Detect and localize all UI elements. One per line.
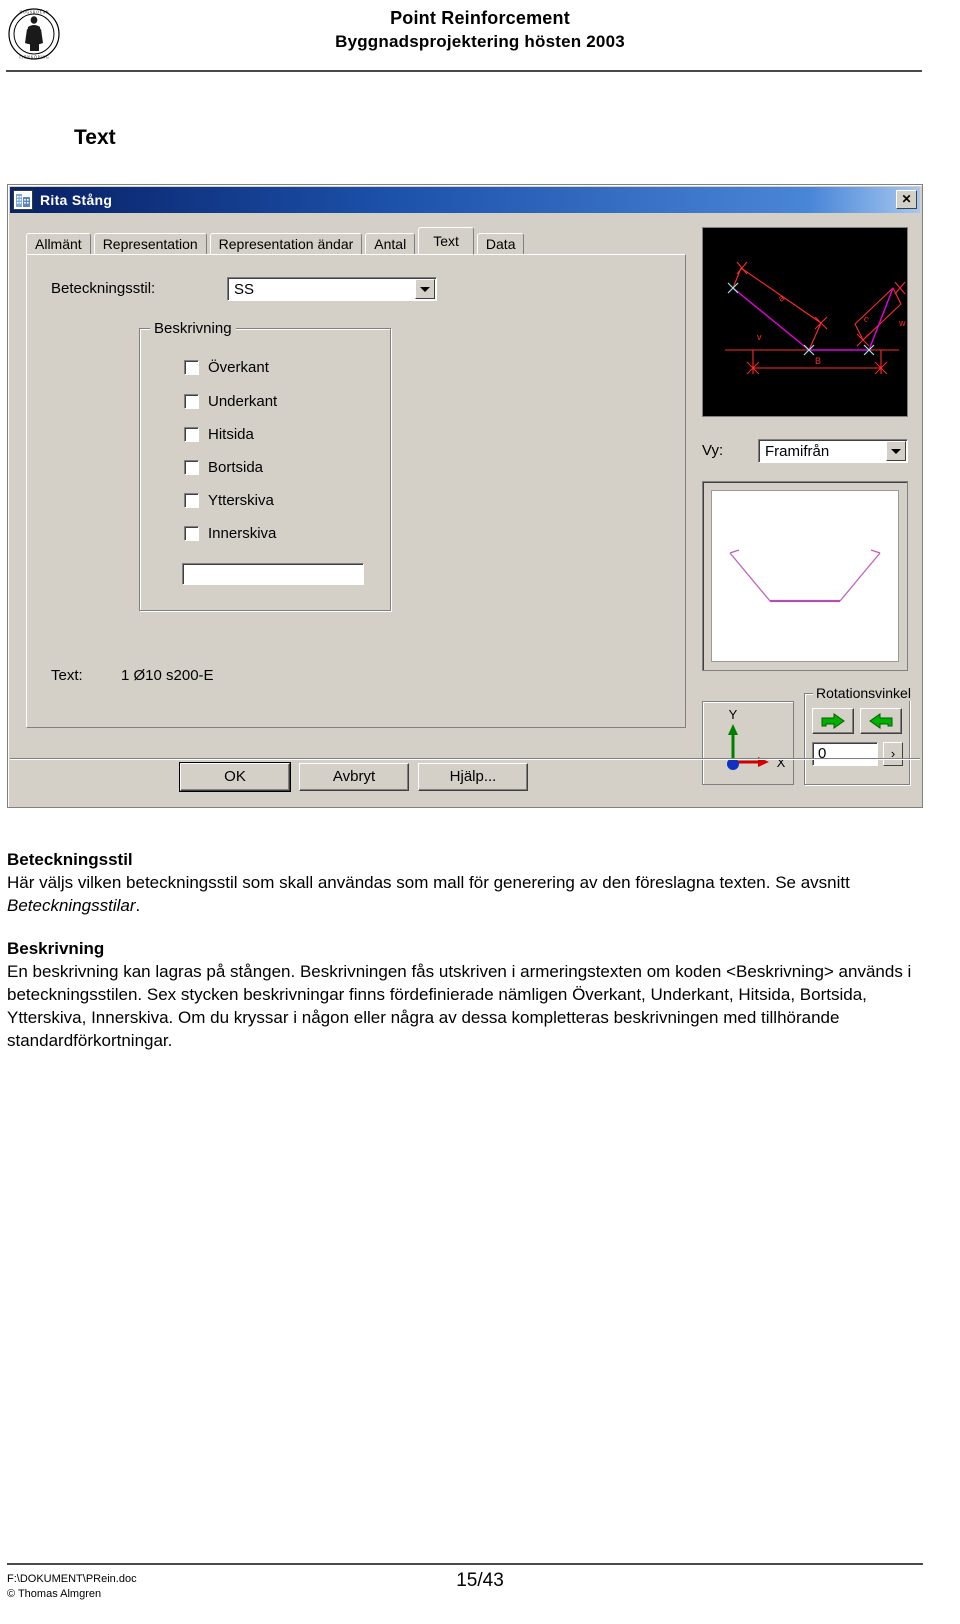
body-heading-beskrivning: Beskrivning	[7, 939, 105, 958]
ok-button[interactable]: OK	[179, 762, 291, 792]
checkbox-label-hitsida: Hitsida	[208, 425, 254, 443]
rotate-counterclockwise-icon[interactable]	[860, 708, 902, 734]
dialog-separator	[10, 758, 920, 760]
footer-page-number: 15/43	[456, 1570, 504, 1591]
checkbox-row-ytterskiva[interactable]: Ytterskiva	[184, 490, 274, 510]
university-seal-logo: H Ö G S K O L A N I J Ö N K Ö P I N G	[7, 7, 61, 61]
rotationsvinkel-groupbox: Rotationsvinkel 0 ›	[804, 685, 914, 785]
header-titles: Point Reinforcement Byggnadsprojektering…	[200, 6, 760, 54]
tab-representation-andar[interactable]: Representation ändar	[209, 233, 363, 255]
header-title-line2: Byggnadsprojektering hösten 2003	[335, 32, 625, 51]
beskrivning-groupbox: Beskrivning Överkant Underkant Hitsida B…	[139, 320, 391, 611]
svg-text:w: w	[898, 318, 906, 328]
checkbox-hitsida[interactable]	[184, 426, 199, 442]
rotation-more-button[interactable]: ›	[883, 742, 903, 766]
beskrivning-legend: Beskrivning	[150, 320, 236, 337]
body-paragraph-beskrivning: En beskrivning kan lagras på stången. Be…	[7, 962, 912, 1050]
application-icon	[13, 190, 33, 210]
dialog-button-row: OK Avbryt Hjälp...	[179, 762, 537, 792]
body-text: Beteckningsstil Här väljs vilken beteckn…	[7, 848, 913, 1052]
rotation-angle-input[interactable]: 0	[812, 742, 878, 766]
vy-row: Vy: Framifrån	[702, 439, 912, 463]
bar-3d-preview: a c w v B	[702, 227, 908, 417]
checkbox-row-underkant[interactable]: Underkant	[184, 391, 277, 411]
tab-antal[interactable]: Antal	[365, 233, 416, 255]
svg-text:H Ö G S K O L A N: H Ö G S K O L A N	[19, 10, 48, 15]
svg-text:I J Ö N K Ö P I N G: I J Ö N K Ö P I N G	[19, 55, 49, 60]
dialog-titlebar: Rita Stång ✕	[10, 187, 920, 213]
checkbox-label-overkant: Överkant	[208, 358, 269, 376]
checkbox-innerskiva[interactable]	[184, 525, 199, 541]
page-header: H Ö G S K O L A N I J Ö N K Ö P I N G Po…	[0, 0, 960, 78]
tab-text[interactable]: Text	[418, 227, 474, 255]
svg-text:B: B	[815, 356, 821, 366]
checkbox-row-hitsida[interactable]: Hitsida	[184, 424, 254, 444]
help-button[interactable]: Hjälp...	[418, 763, 528, 791]
checkbox-label-bortsida: Bortsida	[208, 458, 264, 476]
header-divider	[6, 70, 922, 72]
axis-y-label: Y	[729, 707, 738, 722]
generated-text-label: Text:	[51, 667, 83, 684]
beteckningsstil-value: SS	[234, 280, 255, 298]
beteckningsstil-label: Beteckningsstil:	[51, 280, 156, 297]
body-paragraph-beteckningsstil: Här väljs vilken beteckningsstil som ska…	[7, 871, 913, 917]
tab-strip: Allmänt Representation Representation än…	[26, 227, 527, 255]
beteckningsstilar-italic-term: Beteckningsstilar	[7, 896, 136, 915]
vy-value: Framifrån	[765, 442, 830, 460]
checkbox-row-bortsida[interactable]: Bortsida	[184, 457, 263, 477]
beteckningsstil-text-part1: Här väljs vilken beteckningsstil som ska…	[7, 873, 850, 892]
checkbox-label-innerskiva: Innerskiva	[208, 524, 277, 542]
dialog-title: Rita Stång	[40, 192, 113, 208]
bar-2d-preview-canvas	[711, 490, 899, 662]
vy-combobox[interactable]: Framifrån	[758, 439, 908, 463]
tab-panel-text: Beteckningsstil: SS Beskrivning Överkant…	[26, 254, 686, 728]
checkbox-row-overkant[interactable]: Överkant	[184, 357, 269, 377]
checkbox-bortsida[interactable]	[184, 459, 199, 475]
close-icon[interactable]: ✕	[896, 190, 917, 209]
cancel-button[interactable]: Avbryt	[299, 763, 409, 791]
checkbox-overkant[interactable]	[184, 359, 199, 375]
footer-divider	[7, 1563, 923, 1565]
chevron-down-icon[interactable]	[886, 441, 906, 461]
section-heading: Text	[74, 126, 116, 149]
bar-2d-preview	[702, 481, 908, 671]
svg-text:v: v	[757, 332, 762, 342]
rotate-clockwise-icon[interactable]	[812, 708, 854, 734]
beteckningsstil-combobox[interactable]: SS	[227, 277, 437, 301]
checkbox-underkant[interactable]	[184, 393, 199, 409]
generated-text-value: 1 Ø10 s200-E	[121, 667, 214, 684]
rotationsvinkel-legend: Rotationsvinkel	[813, 685, 914, 701]
beteckningsstil-text-part2: .	[135, 896, 141, 915]
tab-representation[interactable]: Representation	[93, 233, 207, 255]
checkbox-label-ytterskiva: Ytterskiva	[208, 491, 274, 509]
header-title-line1: Point Reinforcement	[390, 8, 570, 28]
vy-label: Vy:	[702, 442, 724, 459]
axis-indicator: Y X	[702, 701, 794, 785]
beskrivning-text-input[interactable]	[182, 563, 364, 585]
chevron-down-icon[interactable]	[415, 279, 435, 299]
tab-data[interactable]: Data	[476, 233, 525, 255]
checkbox-ytterskiva[interactable]	[184, 492, 199, 508]
rita-stang-dialog: Rita Stång ✕ Allmänt Representation Repr…	[7, 184, 923, 808]
checkbox-label-underkant: Underkant	[208, 392, 278, 410]
checkbox-row-innerskiva[interactable]: Innerskiva	[184, 523, 276, 543]
tab-allmant[interactable]: Allmänt	[26, 233, 91, 255]
beteckningsstil-row: Beteckningsstil: SS	[51, 277, 651, 301]
body-heading-beteckningsstil: Beteckningsstil	[7, 850, 133, 869]
